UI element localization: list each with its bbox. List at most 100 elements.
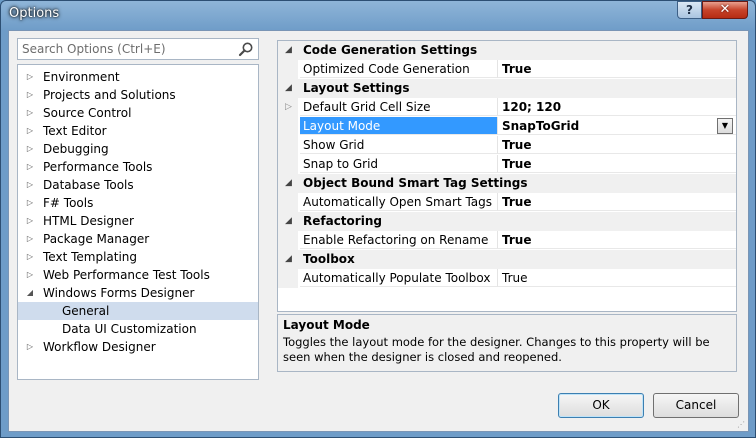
description-title: Layout Mode — [283, 318, 370, 332]
tree-item[interactable]: ▷ Debugging — [18, 140, 258, 158]
title-bar[interactable]: Options ? ✕ — [1, 1, 755, 29]
tree-item[interactable]: ▷ F# Tools — [18, 194, 258, 212]
property-row[interactable]: Automatically Populate Toolbox True — [278, 269, 736, 288]
tree-item-label: Text Editor — [43, 124, 107, 138]
description-panel: Layout Mode Toggles the layout mode for … — [277, 314, 737, 372]
dialog-client-area: ▷ Environment ▷ Projects and Solutions ▷ Sour… — [8, 30, 749, 432]
collapsed-triangle-icon[interactable]: ▷ — [24, 248, 36, 266]
window-title: Options — [9, 6, 60, 21]
tree-item[interactable]: ▷ Environment — [18, 68, 258, 86]
property-value-text: True — [502, 195, 532, 209]
close-button[interactable]: ✕ — [702, 1, 748, 19]
collapsed-triangle-icon[interactable]: ▷ — [24, 266, 36, 284]
collapse-triangle-icon[interactable]: ◢ — [285, 79, 292, 98]
options-window: Options ? ✕ ▷ Environment ▷ Projects and So… — [0, 0, 756, 438]
property-row[interactable]: Snap to Grid True — [278, 155, 736, 174]
tree-item[interactable]: ▷ Source Control — [18, 104, 258, 122]
collapsed-triangle-icon[interactable]: ▷ — [24, 86, 36, 104]
property-grid[interactable]: ◢ Code Generation Settings Optimized Code … — [277, 40, 737, 312]
property-row[interactable]: Optimized Code Generation True — [278, 60, 736, 79]
tree-item-label: Text Templating — [43, 250, 138, 264]
property-value-text: True — [502, 138, 532, 152]
search-box — [17, 38, 259, 60]
row-margin — [278, 60, 298, 79]
property-row[interactable]: Show Grid True — [278, 136, 736, 155]
tree-item[interactable]: ▷ Workflow Designer — [18, 338, 258, 356]
search-icon[interactable] — [238, 41, 254, 57]
ok-button[interactable]: OK — [558, 393, 644, 418]
collapse-triangle-icon[interactable]: ◢ — [285, 41, 292, 60]
tree-item[interactable]: ▷ HTML Designer — [18, 212, 258, 230]
property-category[interactable]: ◢ Toolbox — [278, 250, 736, 269]
collapsed-triangle-icon[interactable]: ▷ — [24, 176, 36, 194]
tree-item[interactable]: ▷ Projects and Solutions — [18, 86, 258, 104]
property-name[interactable]: Snap to Grid — [300, 155, 498, 173]
tree-item-label: Data UI Customization — [62, 322, 197, 336]
property-name[interactable]: Automatically Populate Toolbox — [300, 269, 498, 287]
tree-item[interactable]: Data UI Customization — [18, 320, 258, 338]
collapsed-triangle-icon[interactable]: ▷ — [24, 140, 36, 158]
property-value[interactable]: True — [498, 155, 736, 173]
property-category[interactable]: ◢ Code Generation Settings — [278, 41, 736, 60]
tree-item-label: Windows Forms Designer — [43, 286, 195, 300]
property-value[interactable]: 120; 120 — [498, 98, 736, 116]
tree-item[interactable]: ▷ Package Manager — [18, 230, 258, 248]
property-category[interactable]: ◢ Refactoring — [278, 212, 736, 231]
cancel-button[interactable]: Cancel — [653, 393, 739, 418]
collapse-triangle-icon[interactable]: ◢ — [285, 250, 292, 269]
property-value[interactable]: True — [498, 193, 736, 211]
expanded-triangle-icon[interactable]: ◢ — [24, 284, 36, 302]
expand-triangle-icon[interactable]: ▷ — [285, 98, 292, 117]
row-margin — [278, 117, 298, 136]
category-title: Object Bound Smart Tag Settings — [303, 176, 528, 190]
options-tree[interactable]: ▷ Environment ▷ Projects and Solutions ▷ Sour… — [17, 64, 259, 380]
property-row[interactable]: Automatically Open Smart Tags True — [278, 193, 736, 212]
tree-item[interactable]: ▷ Database Tools — [18, 176, 258, 194]
collapse-triangle-icon[interactable]: ◢ — [285, 174, 292, 193]
property-value[interactable]: SnapToGrid ▼ — [498, 117, 736, 135]
property-category[interactable]: ◢ Layout Settings — [278, 79, 736, 98]
property-name[interactable]: Optimized Code Generation — [300, 60, 498, 78]
property-name[interactable]: Automatically Open Smart Tags — [300, 193, 498, 211]
search-input[interactable] — [18, 39, 232, 59]
collapsed-triangle-icon[interactable]: ▷ — [24, 230, 36, 248]
property-name[interactable]: Show Grid — [300, 136, 498, 154]
tree-item[interactable]: ◢ Windows Forms Designer — [18, 284, 258, 302]
property-name[interactable]: Enable Refactoring on Rename — [300, 231, 498, 249]
tree-item[interactable]: ▷ Performance Tools — [18, 158, 258, 176]
collapsed-triangle-icon[interactable]: ▷ — [24, 212, 36, 230]
resize-grip-icon[interactable]: ⋰ — [737, 420, 747, 430]
tree-item[interactable]: ▷ Text Editor — [18, 122, 258, 140]
property-value-text: True — [502, 271, 528, 285]
property-name[interactable]: Default Grid Cell Size — [300, 98, 498, 116]
tree-item-label: Debugging — [43, 142, 109, 156]
property-value[interactable]: True — [498, 136, 736, 154]
chevron-down-icon[interactable]: ▼ — [717, 118, 733, 134]
property-value-text: 120; 120 — [502, 100, 562, 114]
collapse-triangle-icon[interactable]: ◢ — [285, 212, 292, 231]
property-value-text: True — [502, 157, 532, 171]
collapsed-triangle-icon[interactable]: ▷ — [24, 194, 36, 212]
collapsed-triangle-icon[interactable]: ▷ — [24, 338, 36, 356]
property-name[interactable]: Layout Mode — [300, 117, 498, 135]
property-row[interactable]: Enable Refactoring on Rename True — [278, 231, 736, 250]
tree-item[interactable]: General — [18, 302, 258, 320]
collapsed-triangle-icon[interactable]: ▷ — [24, 104, 36, 122]
collapsed-triangle-icon[interactable]: ▷ — [24, 122, 36, 140]
property-value[interactable]: True — [498, 231, 736, 249]
property-value[interactable]: True — [498, 60, 736, 78]
tree-item-label: F# Tools — [43, 196, 94, 210]
property-row[interactable]: Layout Mode SnapToGrid ▼ — [278, 117, 736, 136]
property-category[interactable]: ◢ Object Bound Smart Tag Settings — [278, 174, 736, 193]
tree-item[interactable]: ▷ Text Templating — [18, 248, 258, 266]
help-button[interactable]: ? — [677, 1, 702, 19]
property-row[interactable]: ▷ Default Grid Cell Size 120; 120 — [278, 98, 736, 117]
property-value-text: SnapToGrid — [502, 119, 580, 133]
tree-item[interactable]: ▷ Web Performance Test Tools — [18, 266, 258, 284]
tree-item-label: Database Tools — [43, 178, 134, 192]
tree-item-label: Workflow Designer — [43, 340, 156, 354]
collapsed-triangle-icon[interactable]: ▷ — [24, 68, 36, 86]
collapsed-triangle-icon[interactable]: ▷ — [24, 158, 36, 176]
property-value[interactable]: True — [498, 269, 736, 287]
tree-item-label: Web Performance Test Tools — [43, 268, 210, 282]
